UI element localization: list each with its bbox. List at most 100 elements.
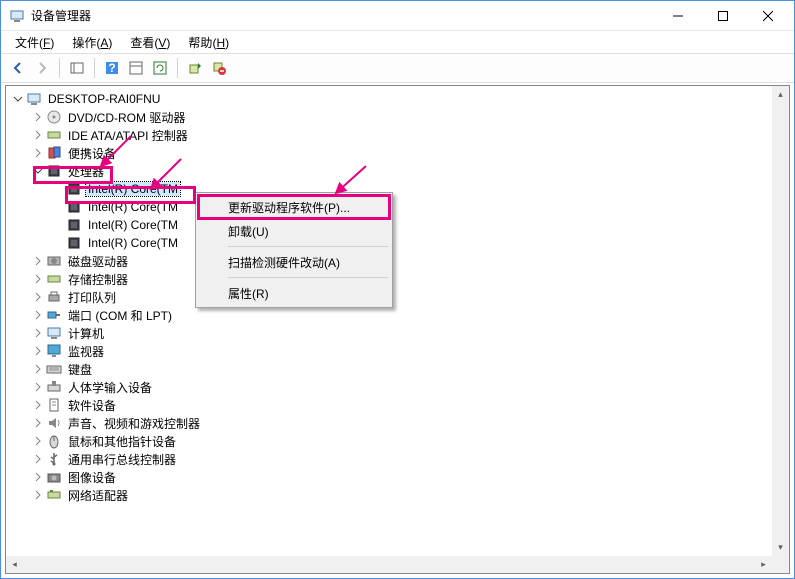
menu-action[interactable]: 操作(A)	[64, 32, 120, 53]
window-controls	[655, 2, 790, 30]
expando-closed-icon[interactable]	[30, 271, 46, 287]
device-manager-icon	[9, 8, 25, 24]
printer-icon	[46, 289, 62, 305]
help-button[interactable]: ?	[101, 57, 123, 79]
device-tree-container: DESKTOP-RAI0FNU DVD/CD-ROM 驱动器 IDE ATA/A…	[5, 85, 790, 574]
tree-item-hid[interactable]: 人体学输入设备	[6, 378, 789, 396]
monitor-icon	[46, 343, 62, 359]
expando-closed-icon[interactable]	[30, 145, 46, 161]
tree-item-usb[interactable]: 通用串行总线控制器	[6, 450, 789, 468]
ctx-label: 卸载(U)	[228, 223, 269, 240]
expando-closed-icon[interactable]	[30, 253, 46, 269]
computer-icon	[26, 91, 42, 107]
expando-closed-icon[interactable]	[30, 109, 46, 125]
cpu-icon	[66, 235, 82, 251]
tree-item-printq[interactable]: 打印队列	[6, 288, 789, 306]
tree-label: Intel(R) Core(TM	[86, 218, 180, 232]
tree-item-keyboard[interactable]: 键盘	[6, 360, 789, 378]
properties-button[interactable]	[125, 57, 147, 79]
tree-item-processor-3[interactable]: Intel(R) Core(TM	[6, 216, 789, 234]
tree-item-processor-1[interactable]: Intel(R) Core(TM	[6, 180, 789, 198]
tree-label: IDE ATA/ATAPI 控制器	[66, 127, 190, 144]
expando-closed-icon[interactable]	[30, 397, 46, 413]
expando-closed-icon[interactable]	[30, 127, 46, 143]
tree-item-disk[interactable]: 磁盘驱动器	[6, 252, 789, 270]
ctx-separator	[228, 246, 388, 247]
cpu-icon	[66, 199, 82, 215]
ctx-label: 更新驱动程序软件(P)...	[228, 199, 350, 216]
tree-item-processor-2[interactable]: Intel(R) Core(TM	[6, 198, 789, 216]
menu-view[interactable]: 查看(V)	[122, 32, 178, 53]
tree-label: 图像设备	[66, 469, 118, 486]
port-icon	[46, 307, 62, 323]
tree-item-portable[interactable]: 便携设备	[6, 144, 789, 162]
scroll-corner	[772, 556, 789, 573]
camera-icon	[46, 469, 62, 485]
expando-closed-icon[interactable]	[30, 433, 46, 449]
menu-file[interactable]: 文件(F)	[7, 32, 62, 53]
tree-item-imaging[interactable]: 图像设备	[6, 468, 789, 486]
expando-closed-icon[interactable]	[30, 487, 46, 503]
expando-closed-icon[interactable]	[30, 415, 46, 431]
expando-closed-icon[interactable]	[30, 289, 46, 305]
maximize-button[interactable]	[700, 2, 745, 30]
tree-item-software[interactable]: 软件设备	[6, 396, 789, 414]
tree-label: DVD/CD-ROM 驱动器	[66, 109, 187, 126]
expando-closed-icon[interactable]	[30, 469, 46, 485]
window-title: 设备管理器	[31, 7, 655, 24]
expando-open-icon[interactable]	[30, 163, 46, 179]
ctx-separator	[228, 277, 388, 278]
scroll-down-icon[interactable]: ▾	[772, 539, 789, 556]
tree-item-monitor[interactable]: 监视器	[6, 342, 789, 360]
expando-closed-icon[interactable]	[30, 451, 46, 467]
tree-label: 端口 (COM 和 LPT)	[66, 307, 174, 324]
disc-icon	[46, 109, 62, 125]
tree-label: Intel(R) Core(TM	[86, 236, 180, 250]
device-tree[interactable]: DESKTOP-RAI0FNU DVD/CD-ROM 驱动器 IDE ATA/A…	[6, 86, 789, 508]
expando-open-icon[interactable]	[10, 91, 26, 107]
tree-label: 磁盘驱动器	[66, 253, 130, 270]
scroll-up-icon[interactable]: ▴	[772, 86, 789, 103]
minimize-button[interactable]	[655, 2, 700, 30]
tree-item-computer[interactable]: 计算机	[6, 324, 789, 342]
view-detail-button[interactable]	[66, 57, 88, 79]
vertical-scrollbar[interactable]: ▴ ▾	[772, 86, 789, 556]
expando-closed-icon[interactable]	[30, 307, 46, 323]
tree-item-ports[interactable]: 端口 (COM 和 LPT)	[6, 306, 789, 324]
expando-closed-icon[interactable]	[30, 361, 46, 377]
close-button[interactable]	[745, 2, 790, 30]
tree-item-storage[interactable]: 存储控制器	[6, 270, 789, 288]
ctx-properties[interactable]: 属性(R)	[198, 281, 390, 305]
software-icon	[46, 397, 62, 413]
forward-button[interactable]	[31, 57, 53, 79]
expando-closed-icon[interactable]	[30, 379, 46, 395]
tree-item-processors[interactable]: 处理器	[6, 162, 789, 180]
refresh-button[interactable]	[149, 57, 171, 79]
ctx-label: 扫描检测硬件改动(A)	[228, 254, 340, 271]
tree-label: 存储控制器	[66, 271, 130, 288]
update-driver-button[interactable]	[184, 57, 206, 79]
ctx-update-driver[interactable]: 更新驱动程序软件(P)...	[198, 195, 390, 219]
tree-root[interactable]: DESKTOP-RAI0FNU	[6, 90, 789, 108]
toolbar-separator	[59, 58, 60, 78]
ctx-uninstall[interactable]: 卸载(U)	[198, 219, 390, 243]
expando-closed-icon[interactable]	[30, 343, 46, 359]
tree-label: Intel(R) Core(TM	[86, 182, 180, 196]
tree-item-mouse[interactable]: 鼠标和其他指针设备	[6, 432, 789, 450]
expando-closed-icon[interactable]	[30, 325, 46, 341]
toolbar-separator	[94, 58, 95, 78]
uninstall-button[interactable]	[208, 57, 230, 79]
ctx-scan[interactable]: 扫描检测硬件改动(A)	[198, 250, 390, 274]
back-button[interactable]	[7, 57, 29, 79]
menu-help[interactable]: 帮助(H)	[180, 32, 237, 53]
tree-item-dvd[interactable]: DVD/CD-ROM 驱动器	[6, 108, 789, 126]
tree-item-ide[interactable]: IDE ATA/ATAPI 控制器	[6, 126, 789, 144]
tree-item-sound[interactable]: 声音、视频和游戏控制器	[6, 414, 789, 432]
menubar: 文件(F) 操作(A) 查看(V) 帮助(H)	[1, 31, 794, 53]
horizontal-scrollbar[interactable]: ◂ ▸	[6, 556, 772, 573]
tree-label: 软件设备	[66, 397, 118, 414]
tree-item-network[interactable]: 网络适配器	[6, 486, 789, 504]
scroll-left-icon[interactable]: ◂	[6, 556, 23, 573]
tree-item-processor-4[interactable]: Intel(R) Core(TM	[6, 234, 789, 252]
scroll-right-icon[interactable]: ▸	[755, 556, 772, 573]
